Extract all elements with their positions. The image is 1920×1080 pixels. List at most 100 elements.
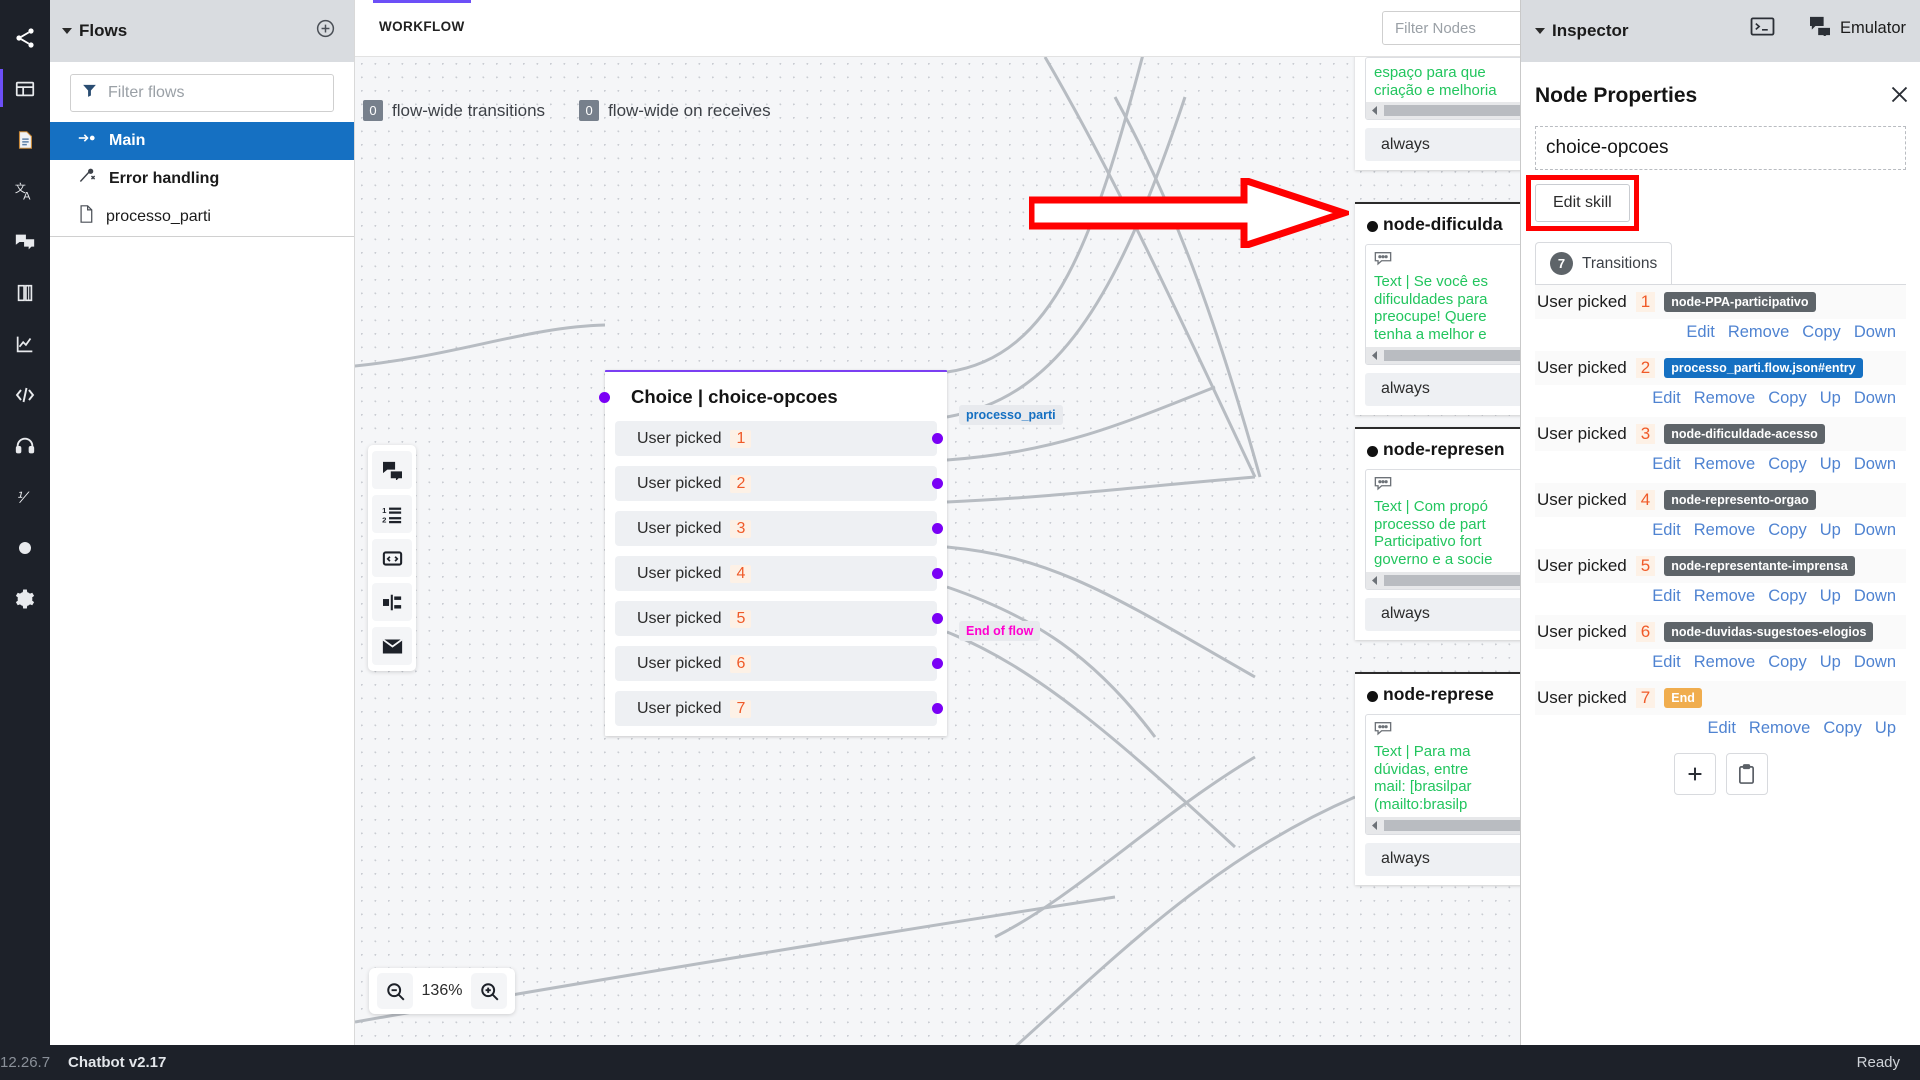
choice-row-1-port[interactable]: [932, 433, 943, 444]
transition-edit-link[interactable]: Edit: [1652, 389, 1680, 408]
choice-row-4-port[interactable]: [932, 568, 943, 579]
email-node-tool-envelope-icon[interactable]: [372, 627, 412, 665]
transition-up-link[interactable]: Up: [1820, 587, 1841, 606]
close-icon[interactable]: [1889, 84, 1910, 110]
chat-bubbles-icon[interactable]: [0, 216, 50, 267]
flows-title[interactable]: Flows: [62, 21, 127, 41]
paste-transition-clipboard-icon[interactable]: [1725, 753, 1768, 795]
transition-remove-link[interactable]: Remove: [1749, 719, 1810, 738]
transition-copy-link[interactable]: Copy: [1768, 587, 1807, 606]
choice-node-input-port[interactable]: [599, 392, 610, 403]
transition-remove-link[interactable]: Remove: [1694, 587, 1755, 606]
transition-target-tag[interactable]: processo_parti.flow.json#entry: [1664, 358, 1863, 378]
choice-row-6-port[interactable]: [932, 658, 943, 669]
transition-target-tag[interactable]: node-representante-imprensa: [1664, 556, 1855, 576]
transition-up-link[interactable]: Up: [1875, 719, 1896, 738]
transition-target-tag[interactable]: node-duvidas-sugestoes-elogios: [1664, 622, 1874, 642]
add-transition-plus-icon[interactable]: [1673, 753, 1716, 795]
transition-down-link[interactable]: Down: [1854, 323, 1896, 342]
headset-icon[interactable]: [0, 420, 50, 471]
edge-node-3-input-port[interactable]: [1367, 691, 1378, 702]
flows-filter-field[interactable]: Filter flows: [70, 74, 334, 112]
transition-copy-link[interactable]: Copy: [1823, 719, 1862, 738]
transition-row-2[interactable]: User picked 2 processo_parti.flow.json#e…: [1535, 351, 1906, 385]
choice-row-7[interactable]: User picked 7: [615, 691, 943, 726]
circle-icon[interactable]: [0, 522, 50, 573]
share-nodes-icon[interactable]: [0, 12, 50, 63]
inspector-title[interactable]: Inspector: [1535, 21, 1629, 41]
terminal-icon[interactable]: [1750, 16, 1775, 42]
transition-remove-link[interactable]: Remove: [1694, 653, 1755, 672]
transition-down-link[interactable]: Down: [1854, 389, 1896, 408]
transition-edit-link[interactable]: Edit: [1707, 719, 1735, 738]
code-node-tool-code-block-icon[interactable]: [372, 539, 412, 577]
transition-edit-link[interactable]: Edit: [1686, 323, 1714, 342]
edit-skill-button[interactable]: Edit skill: [1535, 184, 1630, 222]
add-flow-plus-circle-icon[interactable]: [315, 18, 336, 44]
transition-down-link[interactable]: Down: [1854, 521, 1896, 540]
choice-row-3-port[interactable]: [932, 523, 943, 534]
transition-remove-link[interactable]: Remove: [1728, 323, 1789, 342]
transition-down-link[interactable]: Down: [1854, 653, 1896, 672]
transition-row-1[interactable]: User picked 1 node-PPA-participativo: [1535, 285, 1906, 319]
choice-row-4[interactable]: User picked 4: [615, 556, 943, 591]
transition-copy-link[interactable]: Copy: [1768, 389, 1807, 408]
transition-edit-link[interactable]: Edit: [1652, 455, 1680, 474]
transition-remove-link[interactable]: Remove: [1694, 389, 1755, 408]
transition-down-link[interactable]: Down: [1854, 455, 1896, 474]
transition-edit-link[interactable]: Edit: [1652, 521, 1680, 540]
choice-row-2[interactable]: User picked 2: [615, 466, 943, 501]
transition-copy-link[interactable]: Copy: [1802, 323, 1841, 342]
transition-target-tag[interactable]: End: [1664, 688, 1702, 708]
zoom-out-icon[interactable]: [377, 973, 413, 1009]
say-node-tool-chat-bubbles-icon[interactable]: [372, 451, 412, 489]
split-node-tool-split-icon[interactable]: [372, 583, 412, 621]
transition-target-tag[interactable]: node-represento-orgao: [1664, 490, 1816, 510]
flow-wide-transitions[interactable]: 0 flow-wide transitions: [363, 100, 545, 121]
variable-icon[interactable]: ⅟: [0, 471, 50, 522]
choice-row-6[interactable]: User picked 6: [615, 646, 943, 681]
layout-panel-icon[interactable]: [0, 63, 50, 114]
choice-row-5[interactable]: User picked 5: [615, 601, 943, 636]
choice-row-7-port[interactable]: [932, 703, 943, 714]
transition-row-6[interactable]: User picked 6 node-duvidas-sugestoes-elo…: [1535, 615, 1906, 649]
flow-item-processo-parti[interactable]: processo_parti: [50, 198, 354, 236]
choice-row-5-port[interactable]: [932, 613, 943, 624]
tab-workflow[interactable]: WORKFLOW: [373, 0, 471, 34]
transition-up-link[interactable]: Up: [1820, 455, 1841, 474]
transition-up-link[interactable]: Up: [1820, 521, 1841, 540]
chevron-down-icon[interactable]: [62, 28, 72, 34]
transition-copy-link[interactable]: Copy: [1768, 455, 1807, 474]
flow-item-error-handling[interactable]: Error handling: [50, 160, 354, 198]
transition-row-3[interactable]: User picked 3 node-dificuldade-acesso: [1535, 417, 1906, 451]
transition-row-7[interactable]: User picked 7 End: [1535, 681, 1906, 715]
transition-remove-link[interactable]: Remove: [1694, 455, 1755, 474]
choice-row-1[interactable]: User picked 1: [615, 421, 943, 456]
transition-copy-link[interactable]: Copy: [1768, 521, 1807, 540]
translate-icon[interactable]: 文 A: [0, 165, 50, 216]
node-name-field[interactable]: choice-opcoes: [1535, 126, 1906, 170]
flow-wide-on-receives[interactable]: 0 flow-wide on receives: [579, 100, 771, 121]
book-icon[interactable]: [0, 267, 50, 318]
edge-node-2-input-port[interactable]: [1367, 446, 1378, 457]
edge-chip-end-of-flow[interactable]: End of flow: [959, 621, 1041, 641]
choice-node-tool-numbered-list-icon[interactable]: 1 2: [372, 495, 412, 533]
choice-row-2-port[interactable]: [932, 478, 943, 489]
transition-edit-link[interactable]: Edit: [1652, 587, 1680, 606]
choice-row-3[interactable]: User picked 3: [615, 511, 943, 546]
document-icon[interactable]: [0, 114, 50, 165]
chevron-down-icon[interactable]: [1535, 28, 1545, 34]
emulator-button[interactable]: Emulator: [1809, 16, 1906, 41]
edge-chip-processo-parti[interactable]: processo_parti: [959, 405, 1063, 425]
choice-node-card[interactable]: Choice | choice-opcoes User picked 1 Use…: [599, 370, 947, 736]
transition-row-5[interactable]: User picked 5 node-representante-imprens…: [1535, 549, 1906, 583]
transition-copy-link[interactable]: Copy: [1768, 653, 1807, 672]
transition-up-link[interactable]: Up: [1820, 653, 1841, 672]
code-icon[interactable]: [0, 369, 50, 420]
transition-down-link[interactable]: Down: [1854, 587, 1896, 606]
transition-row-4[interactable]: User picked 4 node-represento-orgao: [1535, 483, 1906, 517]
transition-remove-link[interactable]: Remove: [1694, 521, 1755, 540]
zoom-in-icon[interactable]: [471, 973, 507, 1009]
transition-target-tag[interactable]: node-dificuldade-acesso: [1664, 424, 1825, 444]
tab-transitions[interactable]: 7 Transitions: [1535, 242, 1673, 284]
